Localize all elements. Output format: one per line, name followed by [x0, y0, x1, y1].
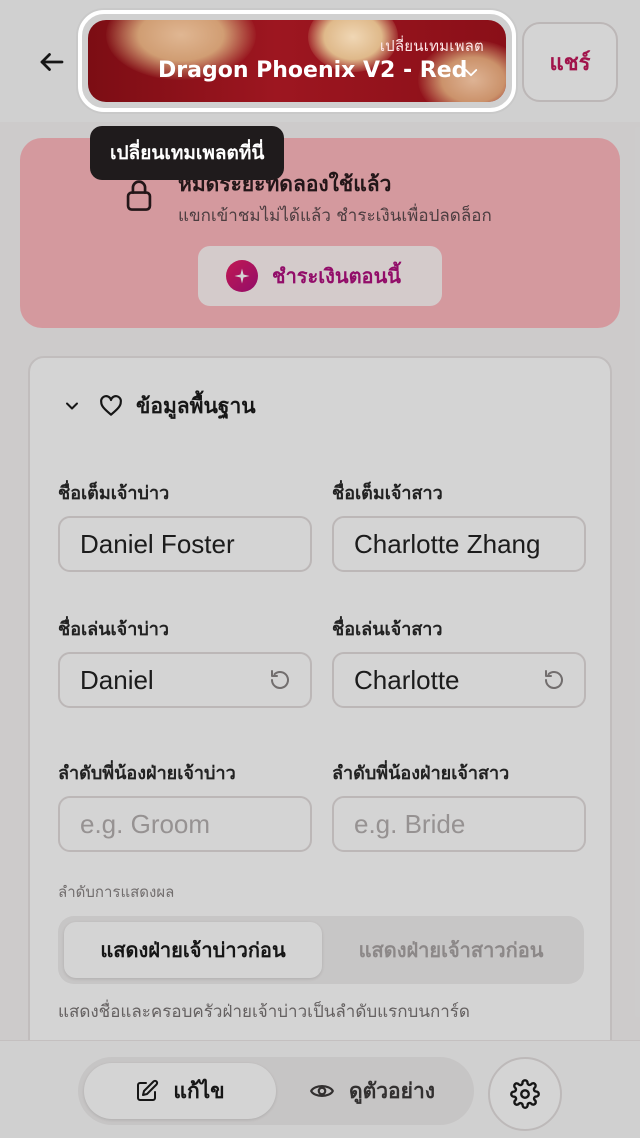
groom-nickname-label: ชื่อเล่นเจ้าบ่าว: [58, 619, 169, 640]
pay-now-button[interactable]: ชำระเงินตอนนี้: [198, 246, 442, 306]
bride-full-name-value: Charlotte Zhang: [354, 528, 541, 559]
edit-mode-button[interactable]: แก้ไข: [84, 1063, 276, 1119]
template-switcher-button[interactable]: เปลี่ยนเทมเพลต Dragon Phoenix V2 - Red: [88, 20, 506, 102]
heart-icon: [100, 395, 122, 416]
bride-nickname-label: ชื่อเล่นเจ้าสาว: [332, 619, 443, 640]
arrow-left-icon: [40, 53, 64, 71]
trial-subtitle: แขกเข้าชมไม่ได้แล้ว ชำระเงินเพื่อปลดล็อก: [178, 206, 492, 226]
template-tooltip: เปลี่ยนเทมเพลตที่นี่: [90, 126, 285, 180]
bottom-bar: แก้ไข ดูตัวอย่าง: [0, 1040, 640, 1138]
template-switcher-caption: เปลี่ยนเทมเพลต: [379, 37, 484, 55]
chevron-down-icon: [66, 402, 78, 410]
mode-toggle: แก้ไข ดูตัวอย่าง: [78, 1057, 474, 1125]
display-order-segmented-control: แสดงฝ่ายเจ้าบ่าวก่อน แสดงฝ่ายเจ้าสาวก่อน: [58, 916, 584, 984]
bride-nickname-value: Charlotte: [354, 664, 460, 695]
preview-mode-label: ดูตัวอย่าง: [348, 1078, 436, 1103]
edit-icon: [137, 1079, 159, 1101]
back-button[interactable]: [30, 40, 74, 84]
groom-nickname-value: Daniel: [80, 664, 154, 695]
bride-first-option[interactable]: แสดงฝ่ายเจ้าสาวก่อน: [322, 922, 580, 978]
reset-icon[interactable]: [268, 668, 292, 692]
bride-sibling-order-input[interactable]: e.g. Bride: [332, 796, 586, 852]
bride-nickname-input[interactable]: Charlotte: [332, 652, 586, 708]
template-tooltip-text: เปลี่ยนเทมเพลตที่นี่: [110, 142, 265, 164]
groom-full-name-value: Daniel Foster: [80, 528, 235, 559]
sparkle-icon: [226, 260, 258, 292]
lock-icon: [126, 180, 152, 211]
groom-full-name-label: ชื่อเต็มเจ้าบ่าว: [58, 483, 170, 504]
share-button[interactable]: แชร์: [522, 22, 618, 102]
gear-icon: [510, 1079, 540, 1109]
groom-sibling-order-input[interactable]: e.g. Groom: [58, 796, 312, 852]
edit-mode-label: แก้ไข: [173, 1078, 225, 1103]
bride-sibling-order-placeholder: e.g. Bride: [354, 808, 466, 839]
settings-button[interactable]: [488, 1057, 562, 1131]
template-name: Dragon Phoenix V2 - Red: [158, 58, 468, 83]
groom-sibling-order-placeholder: e.g. Groom: [80, 808, 211, 839]
basic-info-card: ข้อมูลพื้นฐาน ชื่อเต็มเจ้าบ่าว ชื่อเต็มเ…: [28, 356, 612, 1076]
groom-first-option[interactable]: แสดงฝ่ายเจ้าบ่าวก่อน: [64, 922, 322, 978]
pay-now-label: ชำระเงินตอนนี้: [272, 264, 401, 288]
chevron-down-icon: [464, 69, 478, 77]
bride-full-name-label: ชื่อเต็มเจ้าสาว: [332, 483, 443, 504]
display-order-label: ลำดับการแสดงผล: [58, 883, 175, 901]
basic-info-section-toggle[interactable]: ข้อมูลพื้นฐาน: [62, 390, 256, 422]
eye-icon: [310, 1085, 334, 1097]
display-order-help: แสดงชื่อและครอบครัวฝ่ายเจ้าบ่าวเป็นลำดับ…: [58, 1002, 470, 1022]
bride-full-name-input[interactable]: Charlotte Zhang: [332, 516, 586, 572]
groom-sibling-order-label: ลำดับพี่น้องฝ่ายเจ้าบ่าว: [58, 763, 236, 784]
reset-icon[interactable]: [542, 668, 566, 692]
bride-sibling-order-label: ลำดับพี่น้องฝ่ายเจ้าสาว: [332, 763, 510, 784]
groom-full-name-input[interactable]: Daniel Foster: [58, 516, 312, 572]
preview-mode-button[interactable]: ดูตัวอย่าง: [276, 1063, 468, 1119]
share-button-label: แชร์: [549, 50, 591, 76]
basic-info-title: ข้อมูลพื้นฐาน: [136, 393, 256, 418]
groom-nickname-input[interactable]: Daniel: [58, 652, 312, 708]
